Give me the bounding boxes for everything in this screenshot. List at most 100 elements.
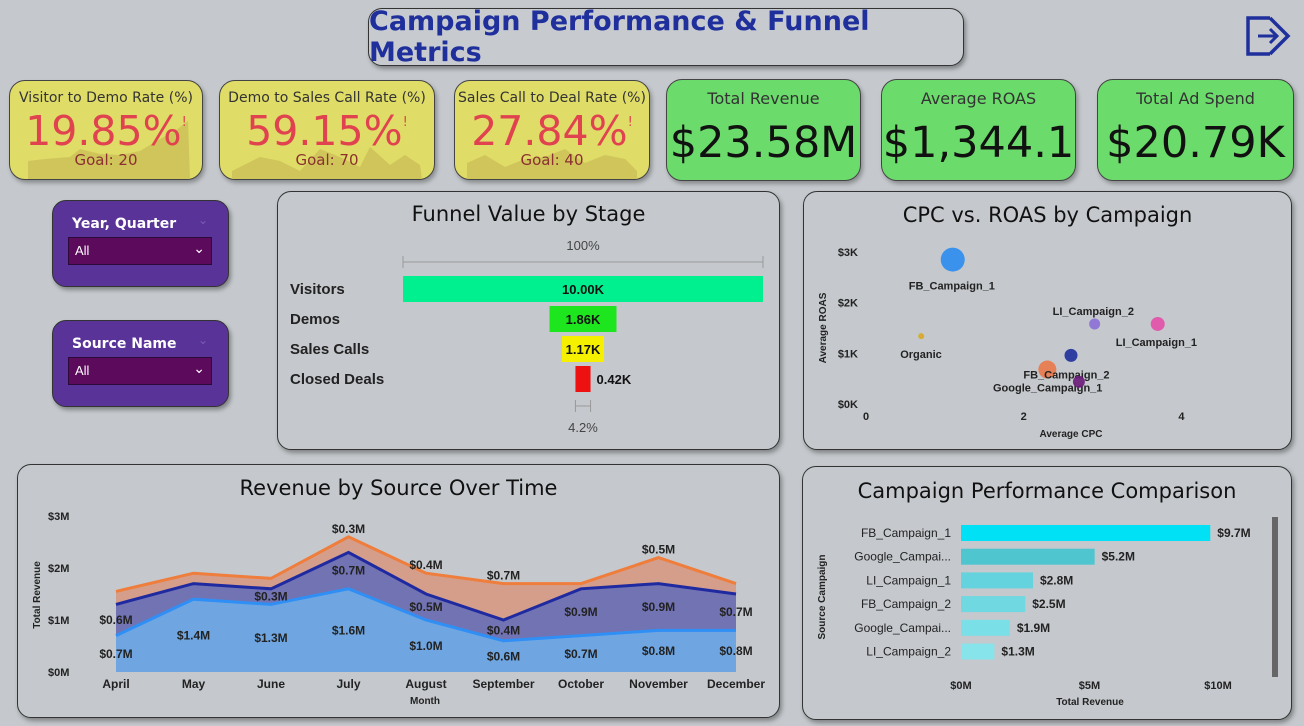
- data-label: $0.8M: [642, 644, 675, 658]
- point-label: Google_Campaign_1: [993, 382, 1102, 394]
- campaign-bar: [961, 619, 1010, 636]
- kpi-value: $20.79K: [1106, 118, 1285, 168]
- scrollbar[interactable]: [1272, 517, 1278, 677]
- bar-value-label: $9.7M: [1217, 526, 1250, 540]
- y-tick-label: $0K: [838, 399, 858, 411]
- kpi-goal: Goal: 20: [74, 151, 138, 169]
- x-axis-label: Total Revenue: [1056, 697, 1124, 708]
- funnel-top-label: 100%: [566, 238, 600, 253]
- y-axis-label: Total Revenue: [32, 561, 43, 629]
- funnel-value-label: 1.17K: [566, 342, 601, 357]
- data-label: $0.8M: [719, 644, 752, 658]
- data-label: $0.5M: [409, 600, 442, 614]
- scatter-point: [1072, 375, 1085, 388]
- category-label: FB_Campaign_1: [861, 526, 951, 540]
- category-label: LI_Campaign_2: [866, 645, 951, 659]
- data-label: $0.7M: [99, 647, 132, 661]
- data-label: $0.4M: [487, 623, 520, 637]
- kpi-card-total-revenue: Total Revenue $23.58M: [666, 79, 861, 181]
- dropdown-value: All: [75, 243, 90, 258]
- x-axis-label: Average CPC: [1040, 429, 1103, 440]
- x-tick-label: $10M: [1204, 680, 1232, 692]
- funnel-stage-label: Demos: [290, 311, 340, 328]
- data-label: $1.6M: [332, 623, 365, 637]
- exit-arrow-icon[interactable]: [1244, 14, 1292, 58]
- y-axis-label: Average ROAS: [818, 292, 829, 363]
- scatter-point: [940, 247, 965, 272]
- alert-icon: !: [402, 115, 408, 130]
- source-name-dropdown[interactable]: All ⌄: [68, 357, 212, 385]
- campaign-bar: [961, 525, 1211, 541]
- category-label: Google_Campai...: [854, 621, 951, 635]
- point-label: LI_Campaign_2: [1053, 306, 1134, 318]
- data-label: $0.6M: [487, 649, 520, 663]
- kpi-value: $1,344.1: [882, 118, 1075, 168]
- kpi-goal: Goal: 40: [520, 151, 584, 169]
- data-label: $0.7M: [564, 647, 597, 661]
- campaign-bar: [961, 643, 995, 660]
- funnel-value-label: 1.86K: [566, 312, 601, 327]
- campaign-bar-chart: FB_Campaign_1 $9.7M Google_Campai... $5.2M L…: [817, 525, 1251, 708]
- x-tick-label: $5M: [1079, 680, 1100, 692]
- funnel-value-label: 10.00K: [562, 282, 605, 297]
- chevron-down-icon[interactable]: ⌄: [198, 213, 208, 227]
- data-label: $1.0M: [409, 639, 442, 653]
- data-label: $0.3M: [332, 522, 365, 536]
- category-label: LI_Campaign_1: [866, 573, 951, 587]
- kpi-label: Visitor to Demo Rate (%): [19, 90, 193, 106]
- kpi-label: Average ROAS: [920, 89, 1037, 108]
- bar-value-label: $2.8M: [1040, 573, 1073, 587]
- funnel-bottom-label: 4.2%: [568, 420, 598, 435]
- slicer-year-quarter[interactable]: Year, Quarter ⌄ All ⌄: [52, 200, 229, 287]
- scatter-chart: $0K $1K $2K $3K 0 2 4 Average CPC Average ROAS FB…: [818, 247, 1197, 440]
- chevron-down-icon[interactable]: ⌄: [193, 360, 205, 377]
- point-label: Organic: [900, 349, 942, 361]
- slicer-title: Year, Quarter: [72, 216, 177, 232]
- funnel-chart: 100% Visitors 10.00K Demos 1.86K Sales Calls 1…: [290, 238, 764, 435]
- slicer-source-name[interactable]: Source Name ⌄ All ⌄: [52, 320, 229, 407]
- dropdown-value: All: [75, 363, 90, 378]
- kpi-value: $23.58M: [669, 118, 858, 168]
- kpi-card-average-roas: Average ROAS $1,344.1: [881, 79, 1076, 181]
- kpi-value: 19.85%!: [25, 107, 187, 155]
- scatter-panel: CPC vs. ROAS by Campaign $0K $1K $2K $3K 0 2 4…: [803, 191, 1292, 450]
- kpi-card-salescall-deal: Sales Call to Deal Rate (%) 27.84%! Goal…: [454, 80, 650, 180]
- scatter-point: [918, 333, 925, 340]
- x-tick-label: September: [472, 677, 534, 691]
- x-tick-label: June: [257, 677, 285, 691]
- scatter-point: [1089, 318, 1101, 330]
- kpi-card-demo-salescall: Demo to Sales Call Rate (%) 59.15%! Goal…: [219, 80, 435, 180]
- year-quarter-dropdown[interactable]: All ⌄: [68, 237, 212, 265]
- kpi-card-visitor-demo: Visitor to Demo Rate (%) 19.85%! Goal: 2…: [9, 80, 203, 180]
- kpi-card-total-ad-spend: Total Ad Spend $20.79K: [1097, 79, 1294, 181]
- chevron-down-icon[interactable]: ⌄: [193, 240, 205, 257]
- y-tick-label: $0M: [48, 667, 69, 679]
- campaign-bar: [961, 572, 1033, 589]
- y-axis-label: Source Campaign: [817, 554, 828, 639]
- funnel-bar: [575, 366, 591, 392]
- x-tick-label: $0M: [950, 680, 971, 692]
- funnel-panel: Funnel Value by Stage 100% Visitors 10.00K…: [277, 191, 780, 450]
- bar-value-label: $2.5M: [1032, 597, 1065, 611]
- kpi-label: Total Revenue: [707, 89, 820, 108]
- y-tick-label: $1M: [48, 615, 69, 627]
- chevron-down-icon[interactable]: ⌄: [198, 333, 208, 347]
- data-label: $0.3M: [254, 590, 287, 604]
- category-label: FB_Campaign_2: [861, 597, 951, 611]
- x-tick-label: November: [629, 677, 688, 691]
- x-tick-label: 2: [1021, 411, 1027, 423]
- y-tick-label: $2M: [48, 563, 69, 575]
- data-label: $0.5M: [642, 543, 675, 557]
- funnel-stage-label: Sales Calls: [290, 341, 369, 358]
- alert-icon: !: [627, 115, 633, 130]
- category-label: Google_Campai...: [854, 550, 951, 564]
- point-label: FB_Campaign_2: [1023, 370, 1109, 382]
- data-label: $0.7M: [332, 564, 365, 578]
- area-chart: $0M $1M $2M $3M Total Revenue April May June Jul…: [32, 511, 765, 707]
- slicer-title: Source Name: [72, 336, 177, 352]
- y-tick-label: $3K: [838, 247, 858, 259]
- dashboard-title-box: Campaign Performance & Funnel Metrics: [368, 6, 964, 68]
- kpi-label: Total Ad Spend: [1136, 89, 1255, 108]
- kpi-goal: Goal: 70: [295, 151, 359, 169]
- x-tick-label: December: [707, 677, 765, 691]
